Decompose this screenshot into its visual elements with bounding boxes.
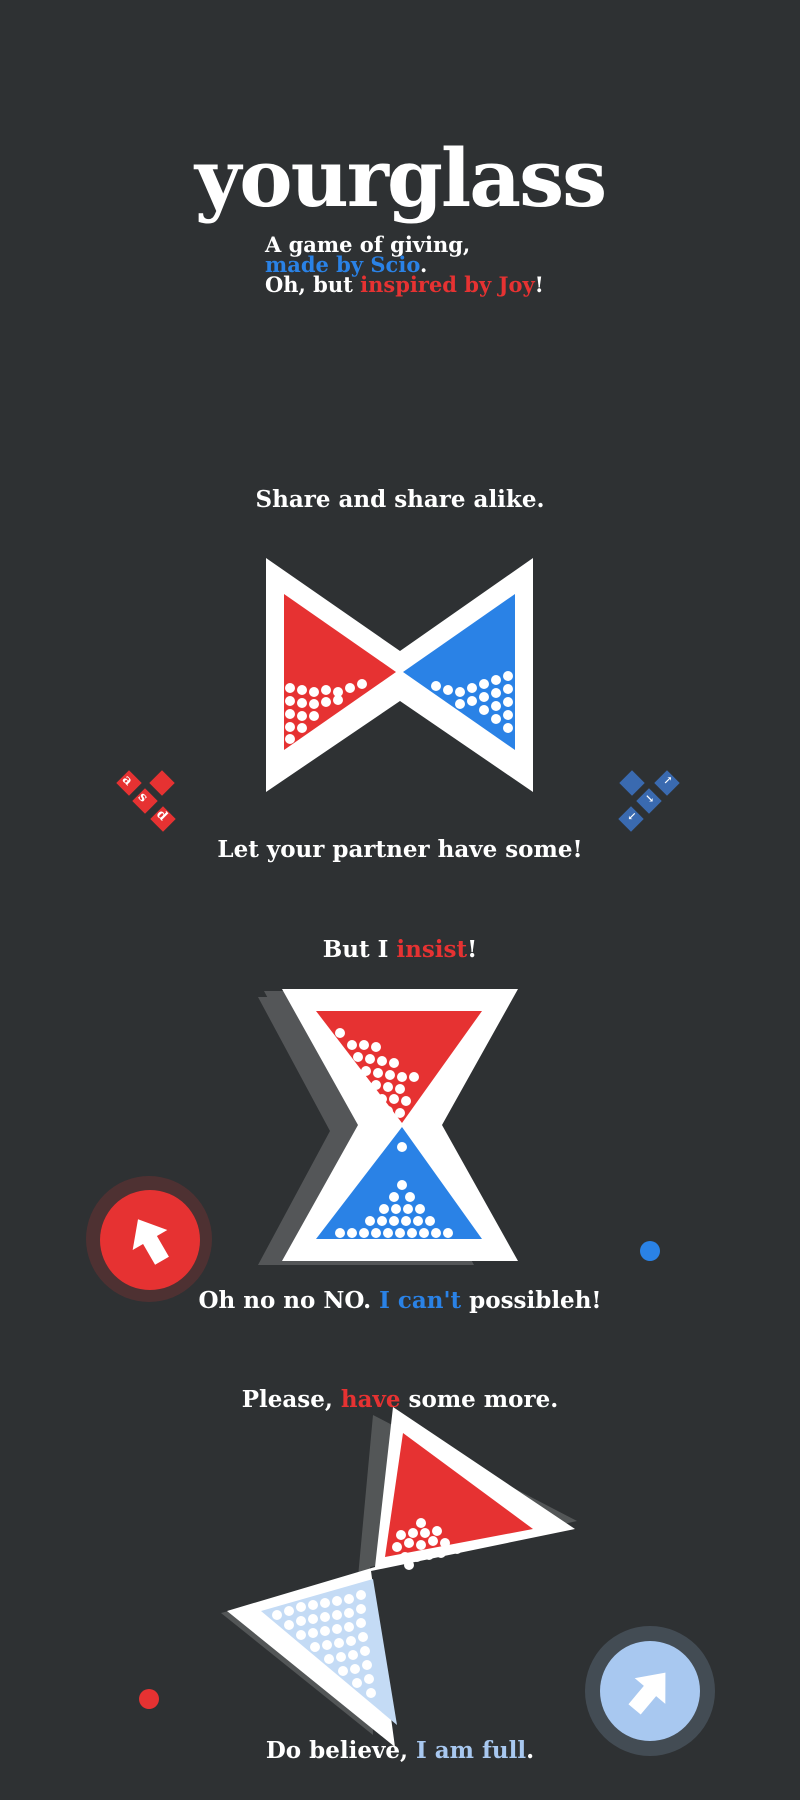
hourglass-icon[interactable] bbox=[221, 1405, 585, 1750]
arrow-up-left-icon bbox=[132, 1219, 169, 1265]
section-2-top-text: But I insist! bbox=[322, 936, 478, 963]
hourglass-icon[interactable] bbox=[258, 985, 530, 1265]
section-3-bottom-text: Do believe, I am full. bbox=[265, 1737, 535, 1764]
section-2-bottom-text: Oh no no NO. I can't possibleh! bbox=[198, 1287, 602, 1314]
hourglass-icon[interactable] bbox=[262, 556, 537, 796]
red-arrow-button[interactable] bbox=[86, 1176, 212, 1302]
blue-dot-icon bbox=[640, 1241, 660, 1261]
game-title: yourglass bbox=[194, 131, 607, 225]
key-tile-icon bbox=[149, 770, 175, 796]
section-1-top-text: Share and share alike. bbox=[255, 486, 545, 513]
section-1-bottom-text: Let your partner have some! bbox=[217, 836, 583, 863]
key-tile-icon bbox=[619, 770, 645, 796]
subtitle: A game of giving, made by Scio. Oh, but … bbox=[265, 234, 544, 297]
inspiration-link[interactable]: inspired by Joy bbox=[360, 272, 535, 297]
arrow-up-right-icon bbox=[628, 1672, 666, 1715]
subtitle-line-3: Oh, but inspired by Joy! bbox=[265, 272, 544, 297]
red-dot-icon bbox=[139, 1689, 159, 1709]
